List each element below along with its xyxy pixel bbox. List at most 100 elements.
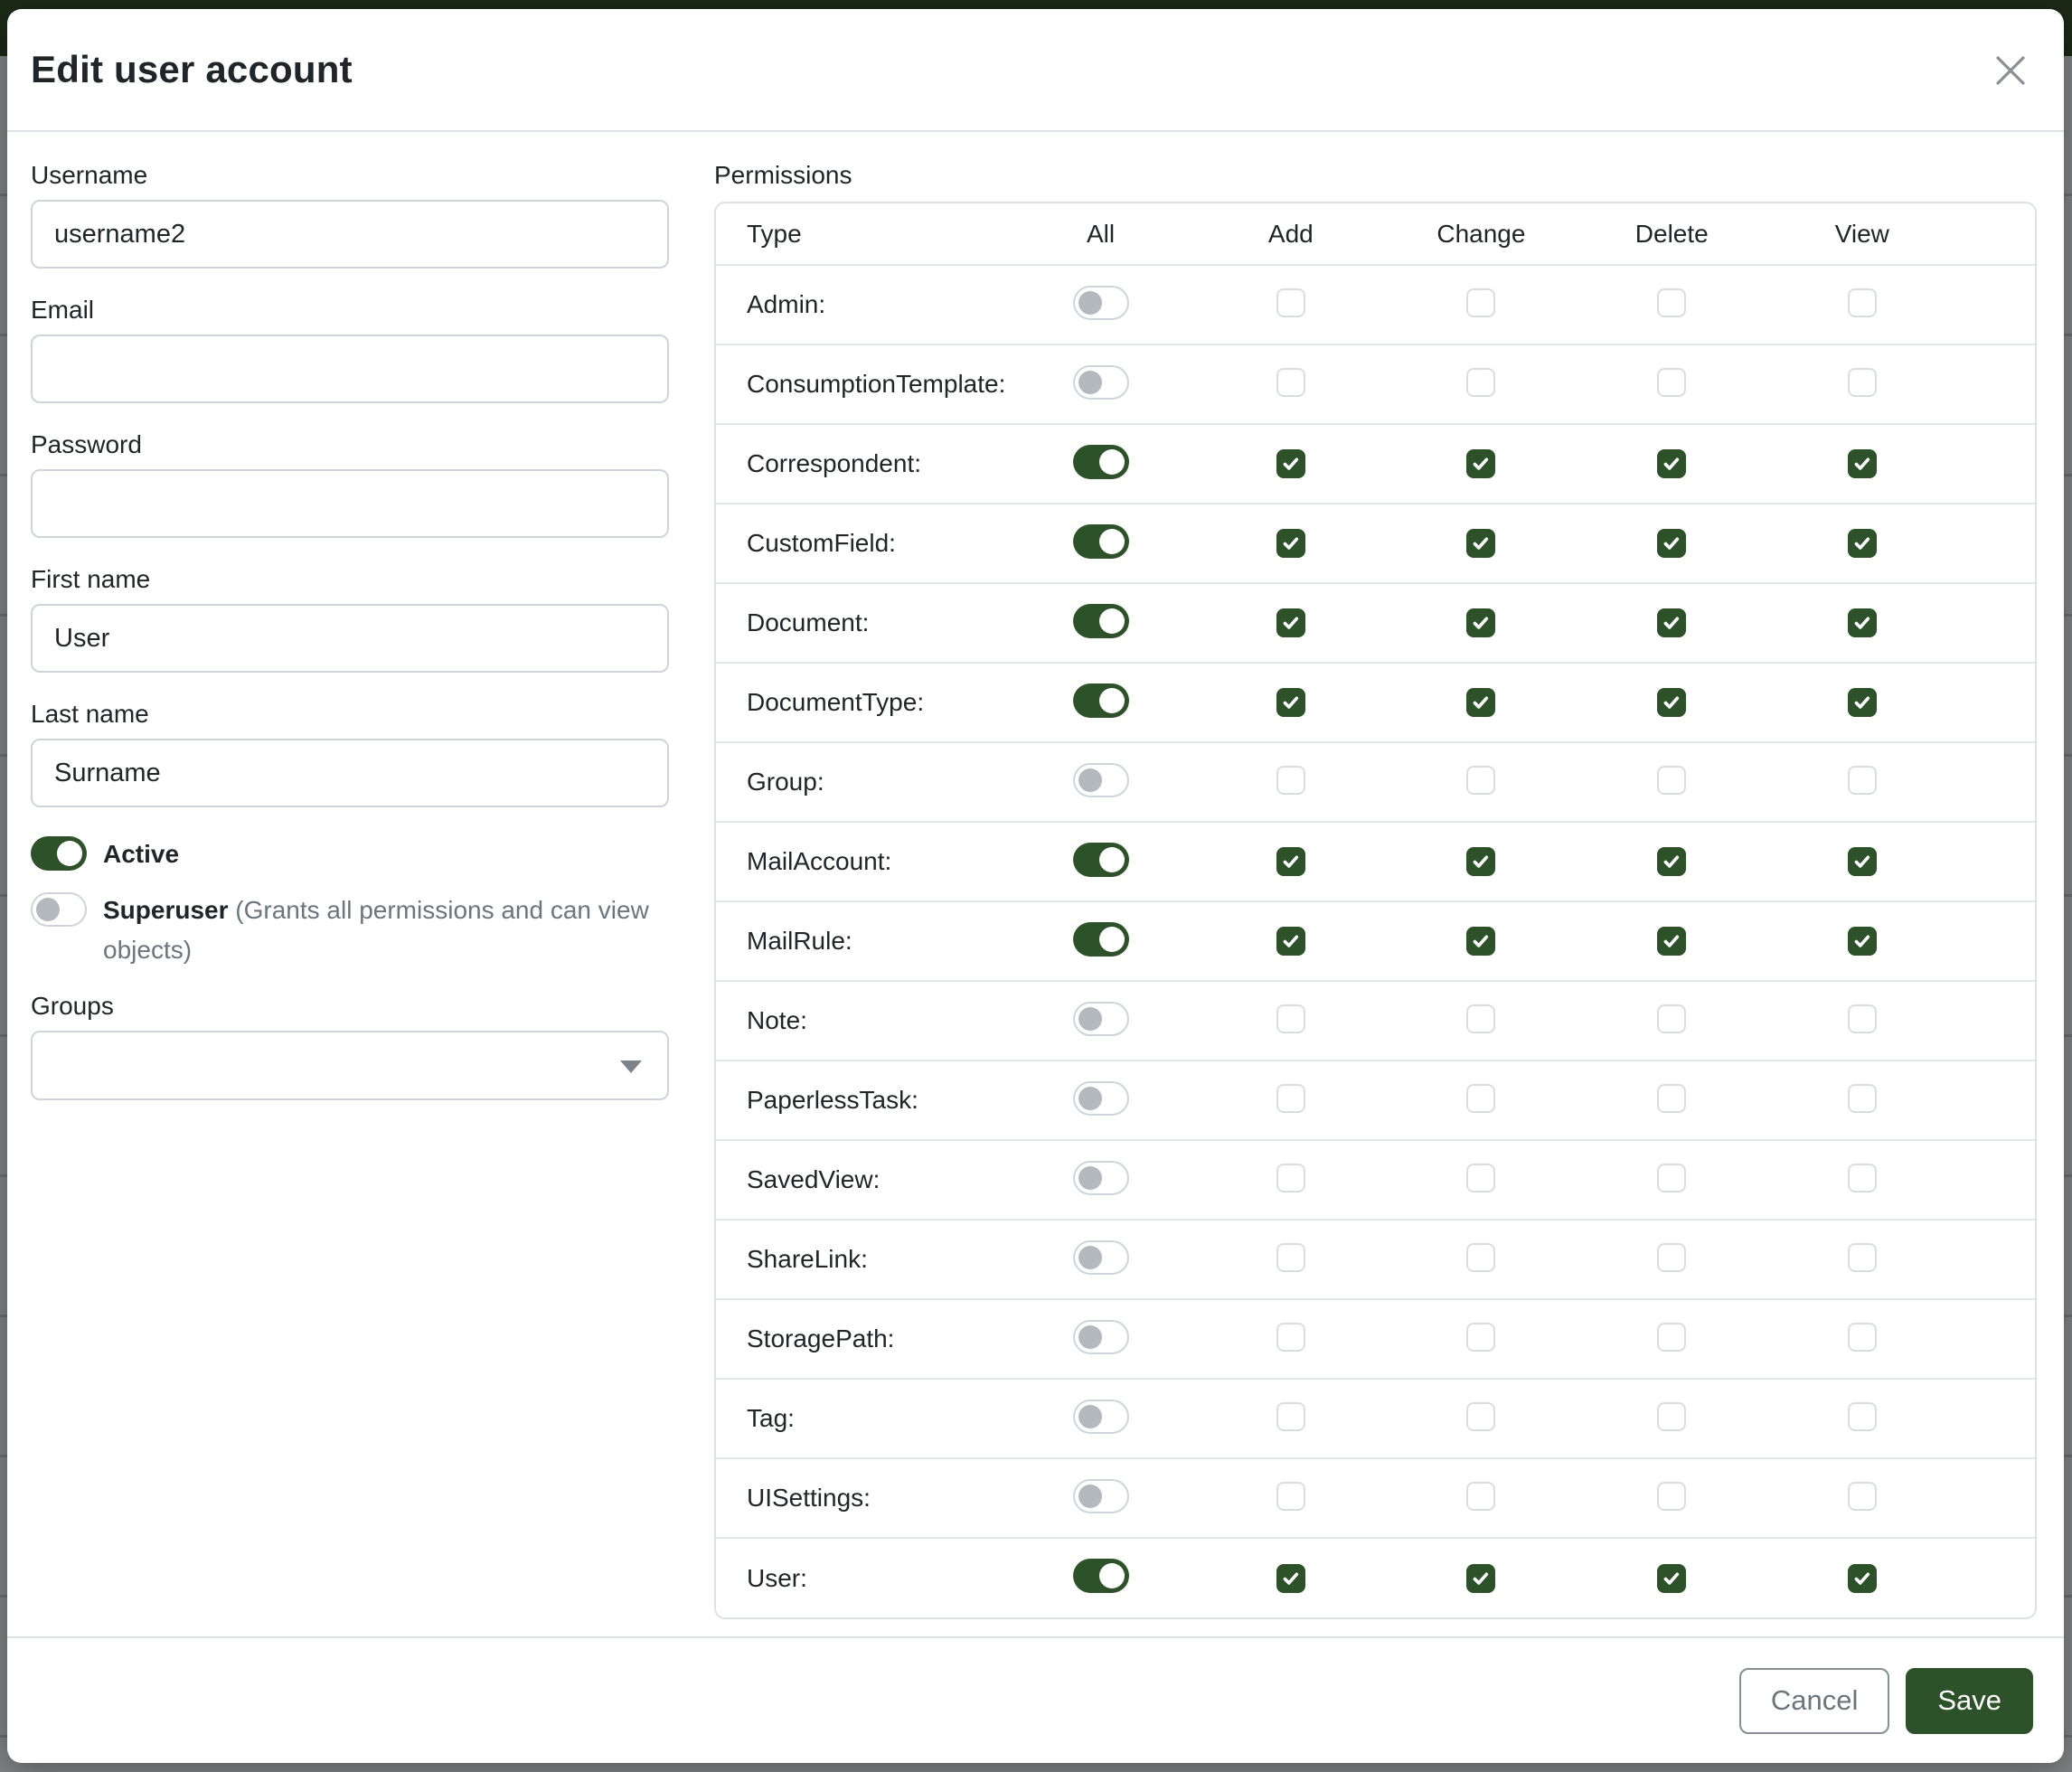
permission-all-toggle[interactable] bbox=[1073, 1081, 1129, 1116]
permission-view-checkbox[interactable] bbox=[1848, 1084, 1877, 1113]
permissions-title: Permissions bbox=[714, 161, 2037, 190]
permission-change-checkbox[interactable] bbox=[1466, 1084, 1495, 1113]
permission-view-checkbox[interactable] bbox=[1848, 1004, 1877, 1033]
permission-all-toggle[interactable] bbox=[1073, 1559, 1129, 1593]
permission-change-checkbox[interactable] bbox=[1466, 1323, 1495, 1352]
permission-view-checkbox[interactable] bbox=[1848, 1482, 1877, 1511]
permission-add-checkbox[interactable] bbox=[1276, 1084, 1305, 1113]
permission-delete-checkbox[interactable] bbox=[1657, 529, 1686, 558]
permission-change-checkbox[interactable] bbox=[1466, 608, 1495, 637]
permission-change-checkbox[interactable] bbox=[1466, 368, 1495, 397]
permission-add-checkbox[interactable] bbox=[1276, 688, 1305, 717]
username-input[interactable] bbox=[31, 200, 669, 269]
cancel-button[interactable]: Cancel bbox=[1739, 1668, 1890, 1734]
permission-view-checkbox[interactable] bbox=[1848, 927, 1877, 956]
permission-all-toggle[interactable] bbox=[1073, 922, 1129, 957]
permission-change-checkbox[interactable] bbox=[1466, 288, 1495, 317]
permission-delete-checkbox[interactable] bbox=[1657, 766, 1686, 795]
toggle-knob bbox=[1099, 529, 1125, 554]
permission-all-toggle[interactable] bbox=[1073, 1479, 1129, 1513]
permission-all-toggle[interactable] bbox=[1073, 1400, 1129, 1434]
save-button[interactable]: Save bbox=[1906, 1668, 2033, 1734]
permission-delete-checkbox[interactable] bbox=[1657, 688, 1686, 717]
permission-change-checkbox[interactable] bbox=[1466, 529, 1495, 558]
permission-view-checkbox[interactable] bbox=[1848, 368, 1877, 397]
permission-delete-checkbox[interactable] bbox=[1657, 1564, 1686, 1593]
permission-change-checkbox[interactable] bbox=[1466, 927, 1495, 956]
permission-all-toggle[interactable] bbox=[1073, 683, 1129, 718]
permission-all-toggle[interactable] bbox=[1073, 763, 1129, 797]
permission-view-checkbox[interactable] bbox=[1848, 608, 1877, 637]
groups-select[interactable] bbox=[31, 1031, 669, 1100]
permission-view-checkbox[interactable] bbox=[1848, 529, 1877, 558]
permission-add-checkbox[interactable] bbox=[1276, 288, 1305, 317]
permission-add-checkbox[interactable] bbox=[1276, 368, 1305, 397]
permission-change-checkbox[interactable] bbox=[1466, 688, 1495, 717]
permission-add-checkbox[interactable] bbox=[1276, 1164, 1305, 1192]
permission-change-checkbox[interactable] bbox=[1466, 1564, 1495, 1593]
permission-add-checkbox[interactable] bbox=[1276, 1482, 1305, 1511]
permission-add-checkbox[interactable] bbox=[1276, 766, 1305, 795]
permission-delete-checkbox[interactable] bbox=[1657, 1402, 1686, 1431]
permission-view-checkbox[interactable] bbox=[1848, 1402, 1877, 1431]
permission-all-toggle[interactable] bbox=[1073, 365, 1129, 400]
permission-type-label: DocumentType: bbox=[716, 663, 1005, 742]
permission-view-checkbox[interactable] bbox=[1848, 1564, 1877, 1593]
permission-all-toggle[interactable] bbox=[1073, 1161, 1129, 1195]
permission-all-toggle[interactable] bbox=[1073, 1320, 1129, 1354]
permission-delete-checkbox[interactable] bbox=[1657, 368, 1686, 397]
permission-delete-checkbox[interactable] bbox=[1657, 1482, 1686, 1511]
permission-view-checkbox[interactable] bbox=[1848, 1243, 1877, 1272]
permission-change-checkbox[interactable] bbox=[1466, 1164, 1495, 1192]
permission-delete-checkbox[interactable] bbox=[1657, 1004, 1686, 1033]
permission-view-checkbox[interactable] bbox=[1848, 766, 1877, 795]
permission-change-checkbox[interactable] bbox=[1466, 1004, 1495, 1033]
permission-all-toggle[interactable] bbox=[1073, 445, 1129, 479]
password-input[interactable] bbox=[31, 469, 669, 538]
permission-all-toggle[interactable] bbox=[1073, 1240, 1129, 1275]
permission-delete-checkbox[interactable] bbox=[1657, 449, 1686, 478]
permission-add-checkbox[interactable] bbox=[1276, 1564, 1305, 1593]
permission-delete-checkbox[interactable] bbox=[1657, 1323, 1686, 1352]
active-toggle[interactable] bbox=[31, 836, 87, 871]
permission-delete-checkbox[interactable] bbox=[1657, 608, 1686, 637]
superuser-toggle[interactable] bbox=[31, 892, 87, 927]
permission-delete-checkbox[interactable] bbox=[1657, 1164, 1686, 1192]
permission-change-checkbox[interactable] bbox=[1466, 847, 1495, 876]
permission-add-checkbox[interactable] bbox=[1276, 1243, 1305, 1272]
permission-delete-checkbox[interactable] bbox=[1657, 1243, 1686, 1272]
permission-all-toggle[interactable] bbox=[1073, 1002, 1129, 1036]
permission-row: User: bbox=[716, 1538, 2035, 1617]
last-name-input[interactable] bbox=[31, 739, 669, 807]
permission-view-checkbox[interactable] bbox=[1848, 288, 1877, 317]
permission-view-checkbox[interactable] bbox=[1848, 688, 1877, 717]
permission-delete-checkbox[interactable] bbox=[1657, 847, 1686, 876]
permission-delete-checkbox[interactable] bbox=[1657, 927, 1686, 956]
permission-add-checkbox[interactable] bbox=[1276, 449, 1305, 478]
permission-view-checkbox[interactable] bbox=[1848, 847, 1877, 876]
permission-add-checkbox[interactable] bbox=[1276, 1323, 1305, 1352]
first-name-input[interactable] bbox=[31, 604, 669, 673]
permission-delete-checkbox[interactable] bbox=[1657, 1084, 1686, 1113]
permission-change-checkbox[interactable] bbox=[1466, 766, 1495, 795]
permission-add-checkbox[interactable] bbox=[1276, 1004, 1305, 1033]
permission-add-checkbox[interactable] bbox=[1276, 1402, 1305, 1431]
permission-view-checkbox[interactable] bbox=[1848, 1164, 1877, 1192]
permission-add-checkbox[interactable] bbox=[1276, 529, 1305, 558]
permission-view-checkbox[interactable] bbox=[1848, 1323, 1877, 1352]
permission-delete-checkbox[interactable] bbox=[1657, 288, 1686, 317]
permission-add-checkbox[interactable] bbox=[1276, 927, 1305, 956]
permission-change-checkbox[interactable] bbox=[1466, 1402, 1495, 1431]
permission-change-checkbox[interactable] bbox=[1466, 449, 1495, 478]
permission-all-toggle[interactable] bbox=[1073, 286, 1129, 320]
permission-add-checkbox[interactable] bbox=[1276, 608, 1305, 637]
permission-all-toggle[interactable] bbox=[1073, 604, 1129, 638]
permission-add-checkbox[interactable] bbox=[1276, 847, 1305, 876]
permission-change-checkbox[interactable] bbox=[1466, 1243, 1495, 1272]
permission-change-checkbox[interactable] bbox=[1466, 1482, 1495, 1511]
email-input[interactable] bbox=[31, 335, 669, 403]
permission-view-checkbox[interactable] bbox=[1848, 449, 1877, 478]
permission-all-toggle[interactable] bbox=[1073, 524, 1129, 559]
close-button[interactable] bbox=[1990, 51, 2031, 92]
permission-all-toggle[interactable] bbox=[1073, 843, 1129, 877]
